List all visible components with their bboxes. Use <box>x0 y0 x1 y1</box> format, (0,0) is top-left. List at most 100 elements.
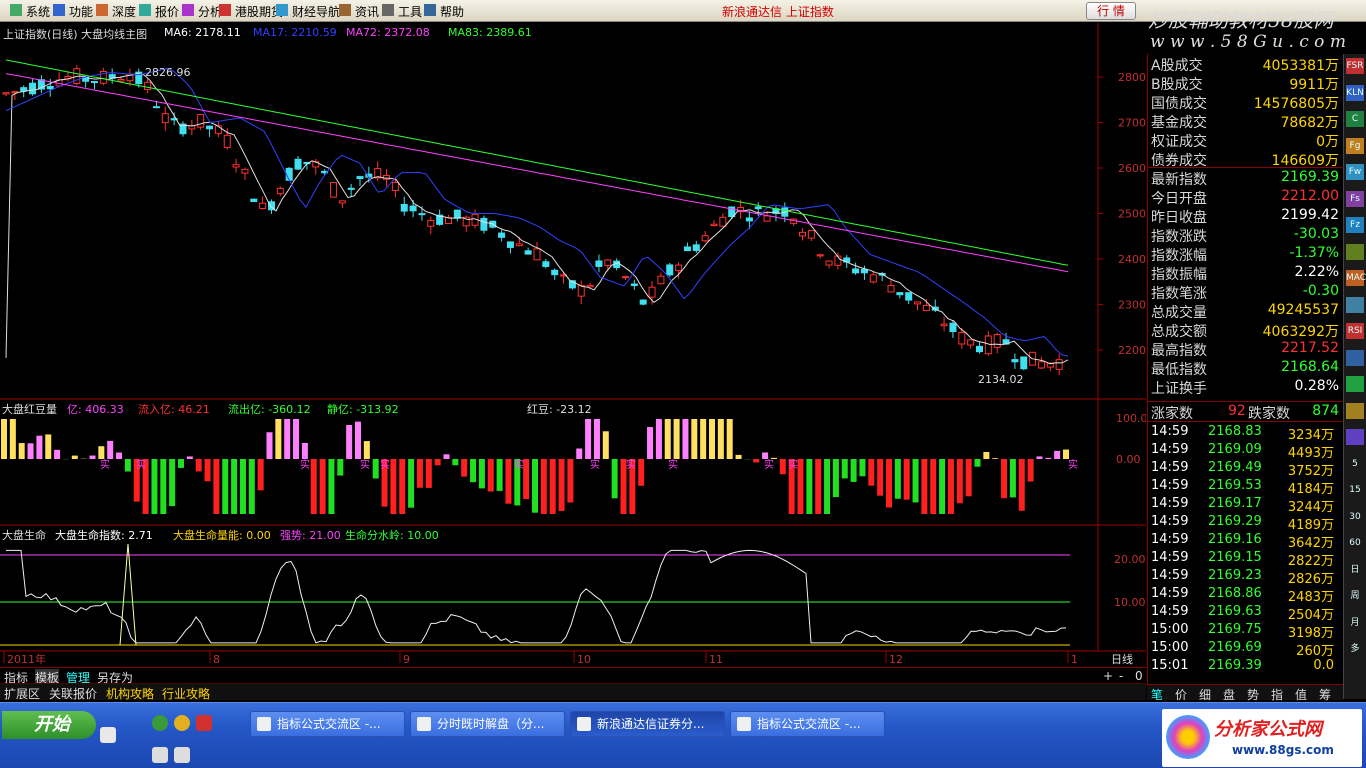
sidebar-btn-15[interactable]: 5 <box>1346 456 1364 472</box>
flow-bar <box>824 459 831 514</box>
media-icon[interactable] <box>174 715 190 731</box>
taskbar-window-0[interactable]: 指标公式交流区 -... <box>250 711 405 737</box>
start-button[interactable]: 开始 <box>2 711 96 739</box>
tick-time: 14:59 <box>1151 514 1189 529</box>
sidebar-btn-21[interactable]: 月 <box>1346 615 1364 631</box>
candle-body <box>976 345 983 353</box>
quote-tab-5[interactable]: 指 <box>1271 686 1283 703</box>
flow-bar <box>434 459 441 466</box>
taskbar-window-label: 新浪通达信证券分... <box>597 717 705 731</box>
quote-button[interactable]: 行 情 <box>1086 2 1136 20</box>
flow-bar <box>947 459 954 514</box>
menu-item-3[interactable]: 报价 <box>155 3 179 20</box>
flow-bar <box>567 459 574 503</box>
quote-tab-6[interactable]: 值 <box>1295 686 1307 703</box>
zoom-control-2[interactable]: 0 <box>1135 669 1143 683</box>
chart-area[interactable]: 2800 2700 2600 2500 2400 2300 2200 100.0 0.00 20.… <box>0 23 1146 667</box>
keyboard-icon[interactable] <box>152 747 168 763</box>
ext-tab-0[interactable]: 扩展区 <box>4 685 40 702</box>
menu-item-6[interactable]: 财经导航 <box>292 3 340 20</box>
extension-tabbar: 扩展区 关联报价 机构攻略 行业攻略 <box>0 683 1146 702</box>
menu-item-8[interactable]: 工具 <box>398 3 422 20</box>
stat-value: 0万 <box>1316 134 1339 150</box>
indicator-tabbar: 指标 模板 管理 另存为 + -0 <box>0 667 1146 686</box>
sidebar-btn-14[interactable] <box>1346 429 1364 445</box>
sidebar-btn-2[interactable]: C <box>1346 111 1364 127</box>
flow-marker: 实 <box>788 458 798 471</box>
ma72-legend: MA72: 2372.08 <box>346 26 430 39</box>
ext-tab-1[interactable]: 关联报价 <box>49 685 97 702</box>
menu-item-1[interactable]: 功能 <box>69 3 93 20</box>
menu-item-2[interactable]: 深度 <box>112 3 136 20</box>
stat-row: 总成交量 49245537 <box>1148 301 1342 321</box>
taskbar-window-3[interactable]: 指标公式交流区 -... <box>730 711 885 737</box>
stat-value: 146609万 <box>1271 153 1339 169</box>
sidebar-btn-8[interactable]: MACD <box>1346 270 1366 286</box>
price-axis-label: 2400 <box>1118 253 1146 266</box>
candles <box>2 65 1063 376</box>
sidebar-btn-13[interactable] <box>1346 402 1364 419</box>
zoom-control-0[interactable]: + <box>1103 669 1113 683</box>
updown-row: 涨家数 92 跌家数 874 <box>1148 401 1342 422</box>
tick-time: 14:59 <box>1151 586 1189 601</box>
menu-item-9[interactable]: 帮助 <box>440 3 464 20</box>
flow-bar <box>992 458 999 459</box>
candle-body <box>595 260 603 267</box>
candle-body <box>250 198 258 203</box>
sidebar-btn-5[interactable]: Fs <box>1346 190 1364 207</box>
sidebar-btn-16[interactable]: 15 <box>1346 482 1364 498</box>
app-icon[interactable] <box>196 715 212 731</box>
sidebar-btn-22[interactable]: 多 <box>1346 641 1364 657</box>
menu-item-0[interactable]: 系统 <box>26 3 50 20</box>
sidebar-btn-19[interactable]: 日 <box>1346 562 1364 578</box>
tick-price: 2169.69 <box>1208 640 1262 655</box>
candle-body <box>232 164 240 168</box>
stat-row: 指数涨跌 -30.03 <box>1148 225 1342 245</box>
candle-body <box>622 276 629 279</box>
mid-panel-title: 大盘红豆量 <box>2 403 57 416</box>
sidebar-btn-10[interactable]: RSI <box>1346 323 1364 339</box>
price-axis-label: 2600 <box>1118 162 1146 175</box>
sidebar-btn-1[interactable]: KLN <box>1346 84 1364 101</box>
quote-tab-3[interactable]: 盘 <box>1223 686 1235 703</box>
sidebar-btn-9[interactable] <box>1346 296 1364 313</box>
low-annotation: 2134.02 <box>978 373 1024 386</box>
sidebar-btn-12[interactable] <box>1346 376 1364 392</box>
quote-tab-1[interactable]: 价 <box>1175 686 1187 703</box>
low-panel-title: 大盘生命 <box>2 529 46 542</box>
menu-icon-7 <box>339 4 351 16</box>
tick-time: 15:00 <box>1151 640 1189 655</box>
flow-bar <box>496 459 503 491</box>
sidebar-btn-20[interactable]: 周 <box>1346 588 1364 604</box>
88gs-logo: 分析家公式网 www.88gs.com <box>1162 709 1362 767</box>
ext-tab-2[interactable]: 机构攻略 <box>106 685 154 702</box>
sidebar-btn-6[interactable]: Fz <box>1346 217 1364 233</box>
quote-tab-4[interactable]: 势 <box>1247 686 1259 703</box>
sidebar-btn-0[interactable]: FSR <box>1346 58 1364 74</box>
flow-bar <box>27 443 34 459</box>
stat-value: 2169.39 <box>1281 169 1339 185</box>
taskbar-window-2[interactable]: 新浪通达信证券分... <box>570 711 725 737</box>
ie-icon[interactable] <box>152 715 168 731</box>
liuchu-legend: 流出亿: -360.12 <box>228 403 311 416</box>
ext-tab-3[interactable]: 行业攻略 <box>162 685 210 702</box>
quote-tab-0[interactable]: 笔 <box>1151 686 1163 703</box>
sidebar-btn-7[interactable] <box>1346 243 1364 260</box>
sidebar-btn-17[interactable]: 30 <box>1346 509 1364 525</box>
flow-bar <box>868 459 875 486</box>
sidebar-btn-18[interactable]: 60 <box>1346 535 1364 551</box>
zoom-control-1[interactable]: - <box>1119 669 1123 683</box>
quote-tab-7[interactable]: 筹 <box>1319 686 1331 703</box>
sidebar-btn-3[interactable]: Fg <box>1346 137 1364 154</box>
sidebar-btn-11[interactable] <box>1346 349 1364 366</box>
sidebar-btn-4[interactable]: Fw <box>1346 164 1364 180</box>
flow-bar <box>576 448 583 459</box>
candle-body <box>1037 361 1045 369</box>
menu-item-7[interactable]: 资讯 <box>355 3 379 20</box>
taskbar-window-1[interactable]: 分时既时解盘（分... <box>410 711 565 737</box>
quote-tab-2[interactable]: 细 <box>1199 686 1211 703</box>
flow-bar <box>779 459 786 475</box>
help-icon[interactable] <box>174 747 190 763</box>
desktop-icon[interactable] <box>100 727 116 743</box>
kline-chart[interactable]: 2800 2700 2600 2500 2400 2300 2200 100.0 0.00 20.… <box>0 23 1146 667</box>
